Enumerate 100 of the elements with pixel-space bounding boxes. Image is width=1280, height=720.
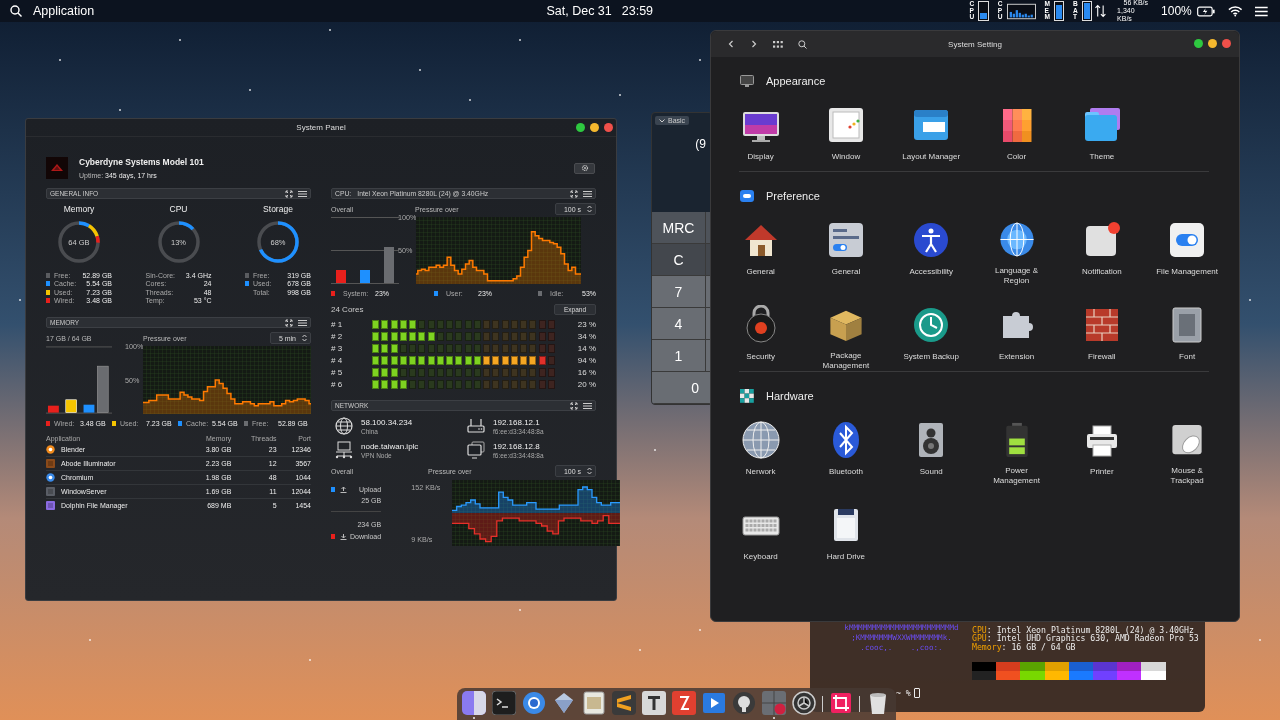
settings-item[interactable]: Notification (1059, 220, 1145, 286)
calculator-key[interactable]: 4 (652, 308, 706, 340)
core-reading: 23 % (577, 319, 596, 329)
settings-icon[interactable] (792, 691, 816, 715)
minimize-button[interactable] (590, 123, 599, 132)
ring-icon[interactable] (522, 691, 546, 715)
calculator-key[interactable]: 1 (652, 340, 706, 372)
book-icon[interactable] (582, 691, 606, 715)
settings-item[interactable]: General (803, 220, 889, 286)
search-icon[interactable] (798, 39, 807, 49)
zoom-button[interactable] (1194, 39, 1203, 48)
gauge-title: Memory (63, 204, 95, 214)
window-title: System Panel (296, 123, 346, 132)
chevron-icon (659, 118, 665, 123)
terminal-icon[interactable] (492, 691, 516, 715)
settings-item[interactable]: Layout Manager (888, 105, 974, 171)
settings-item[interactable]: Printer (1059, 420, 1145, 486)
battery-icon[interactable] (1196, 5, 1215, 17)
stepper-icon (587, 205, 592, 213)
settings-button[interactable] (574, 162, 595, 174)
upload-icon (340, 486, 347, 493)
stripes-icon[interactable] (612, 691, 636, 715)
split-tile-icon[interactable] (462, 691, 486, 715)
settings-item[interactable]: Hard Drive (803, 505, 889, 571)
settings-item[interactable]: Bluetooth (803, 420, 889, 486)
settings-item[interactable]: Display (718, 105, 804, 171)
core-label: # 4 (331, 355, 344, 365)
settings-item[interactable]: Extension (973, 305, 1060, 371)
menu-icon[interactable] (298, 318, 307, 327)
settings-item[interactable]: Power Management (973, 420, 1060, 486)
monitor-meter[interactable] (1053, 1, 1064, 21)
section-title: Appearance (766, 75, 826, 87)
download-icon (340, 533, 347, 540)
settings-item[interactable]: Keyboard (718, 505, 804, 571)
calculator-display: (9 (695, 137, 706, 151)
machine-name: Cyberdyne Systems Model 101 (79, 157, 205, 167)
crop-icon[interactable] (829, 691, 853, 715)
expand-icon[interactable] (285, 189, 293, 198)
network-address: 192.168.12.8 (493, 441, 541, 451)
cpu-graph-icon[interactable] (1006, 2, 1036, 20)
close-button[interactable] (1222, 39, 1231, 48)
calculator-key[interactable]: 7 (652, 276, 706, 308)
cores-title: 24 Cores (331, 304, 365, 314)
tile-icon[interactable] (642, 691, 666, 715)
minimize-button[interactable] (1208, 39, 1217, 48)
monitor-icon (467, 441, 485, 459)
forward-icon[interactable] (750, 40, 758, 48)
menu-icon[interactable] (298, 189, 307, 198)
menu-icon[interactable] (583, 189, 592, 198)
toggle-icon (740, 189, 754, 203)
section-title: Preference (766, 190, 820, 202)
film-icon[interactable] (702, 691, 726, 715)
settings-item[interactable]: Window (803, 105, 889, 171)
back-icon[interactable] (727, 40, 735, 48)
settings-item[interactable]: File Management (1144, 220, 1230, 286)
close-button[interactable] (604, 123, 613, 132)
settings-item[interactable]: Language & Region (973, 220, 1060, 286)
settings-item[interactable]: Theme (1059, 105, 1145, 171)
core-label: # 5 (331, 367, 344, 377)
app-icon (46, 445, 55, 454)
bolt-tile-icon[interactable] (672, 691, 696, 715)
calculator-key[interactable]: C (652, 244, 706, 276)
settings-item[interactable]: Font (1144, 305, 1230, 371)
settings-item[interactable]: Accessibility (888, 220, 974, 286)
calculator-key[interactable]: 0 (652, 372, 712, 404)
date-text: Sat, Dec 31 (546, 4, 612, 18)
grid-icon[interactable] (773, 40, 783, 48)
ring-gauge (255, 219, 301, 265)
app-name[interactable]: Application (33, 4, 95, 18)
calculator-key[interactable]: MRC (652, 212, 706, 244)
settings-item[interactable]: Firewall (1059, 305, 1145, 371)
section-title: Hardware (766, 390, 814, 402)
gem-icon[interactable] (552, 691, 576, 715)
core-reading: 16 % (577, 367, 596, 377)
core-label: # 3 (331, 343, 344, 353)
text-cursor (913, 688, 920, 699)
expand-icon[interactable] (570, 189, 578, 198)
expand-icon[interactable] (285, 318, 293, 327)
stepper-icon (302, 334, 307, 342)
system-info-line: GPU: Intel UHD Graphics 630, AMD Radeon Pro 53 (972, 634, 1199, 643)
settings-item[interactable]: Package Management (803, 305, 889, 371)
monitor-meter[interactable] (1081, 1, 1093, 21)
router-icon (467, 417, 485, 435)
monitor-meter[interactable] (978, 1, 989, 21)
settings-item[interactable]: General (718, 220, 804, 286)
settings-item[interactable]: Nerwork (718, 420, 804, 486)
settings-item[interactable]: Color (973, 105, 1060, 171)
settings-item[interactable]: System Backup (888, 305, 974, 371)
expand-icon[interactable] (570, 401, 578, 410)
round-badge-icon[interactable] (732, 691, 756, 715)
settings-item[interactable]: Mouse & Trackpad (1144, 420, 1230, 486)
menu-icon[interactable] (583, 401, 592, 410)
zoom-button[interactable] (576, 123, 585, 132)
core-reading: 94 % (577, 355, 596, 365)
settings-item[interactable]: Sound (888, 420, 974, 486)
settings-item[interactable]: Security (718, 305, 804, 371)
ring-gauge (155, 219, 202, 265)
search-icon[interactable] (10, 5, 22, 17)
battery-percent: 100% (1161, 4, 1192, 18)
wifi-icon[interactable] (1227, 5, 1243, 17)
